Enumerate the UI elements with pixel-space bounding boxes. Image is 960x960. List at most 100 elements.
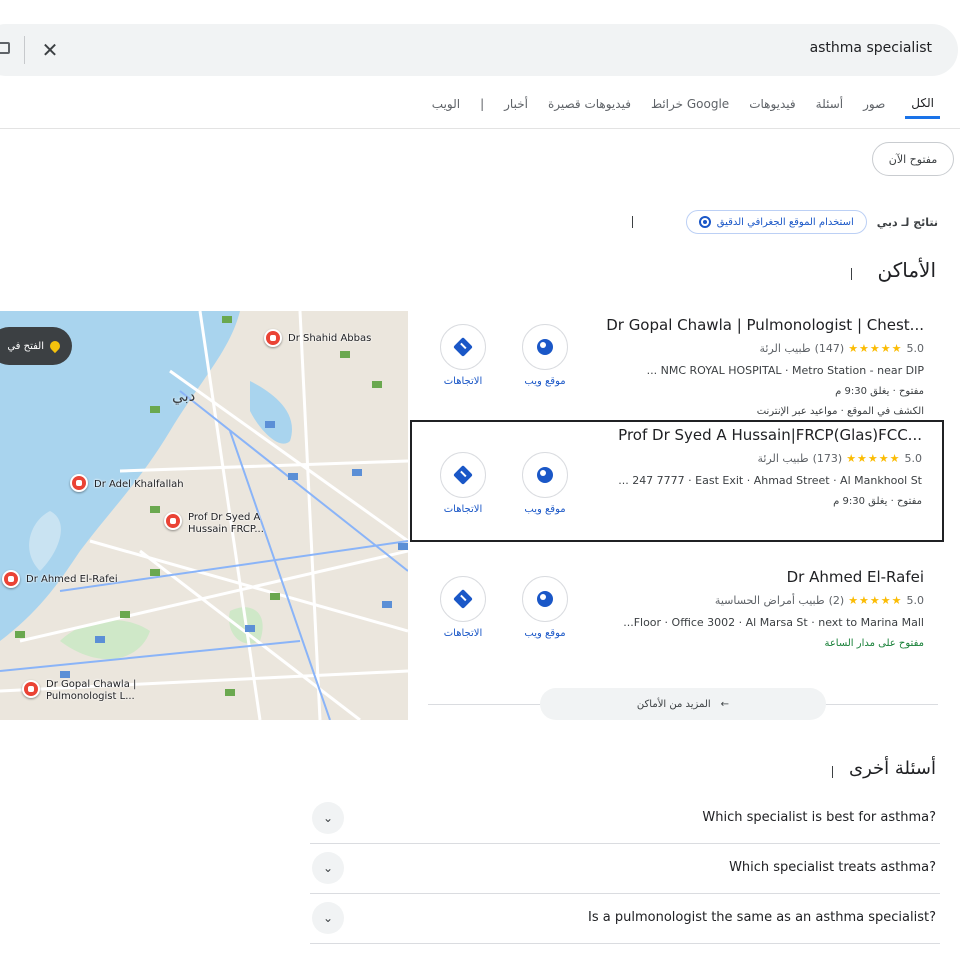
map-city-label: دبي <box>172 387 196 405</box>
place-result[interactable]: Dr Gopal Chawla | Pulmonologist | Chest.… <box>410 312 944 434</box>
map-pin-icon <box>47 338 63 354</box>
rating-value: 5.0 <box>906 342 925 355</box>
tabs-divider <box>0 128 960 129</box>
faq-item[interactable]: Is a pulmonologist the same as an asthma… <box>310 894 940 944</box>
map-marker[interactable] <box>22 680 40 698</box>
directions-label: الاتجاهات <box>443 504 483 515</box>
tab-maps[interactable]: خرائط Google <box>651 97 729 119</box>
divider <box>24 36 25 64</box>
faq-question[interactable]: Which specialist treats asthma? <box>729 860 936 875</box>
chevron-down-icon[interactable]: ⌄ <box>312 902 344 934</box>
review-count: (173) <box>812 452 843 465</box>
open-in-maps-button[interactable]: الفتح في <box>0 327 72 365</box>
places-title: الأماكن <box>877 258 936 282</box>
map-marker[interactable] <box>164 512 182 530</box>
directions-button[interactable]: الاتجاهات <box>428 576 498 639</box>
chevron-down-icon[interactable]: ⌄ <box>312 802 344 834</box>
search-tabs: الكل صور أسئلة فيديوهات خرائط Google فيد… <box>432 96 940 119</box>
faq-title: أسئلة أخرى <box>849 758 936 779</box>
rating-line: 5.0 ★★★★★ (2) طبيب أمراض الحساسية <box>715 594 924 607</box>
website-circle[interactable] <box>522 576 568 622</box>
chevron-down-icon[interactable]: ⌄ <box>312 852 344 884</box>
map-marker-label: Dr Adel Khalfallah <box>94 479 184 490</box>
directions-circle[interactable] <box>440 452 486 498</box>
website-button[interactable]: موقع ويب <box>510 452 580 515</box>
open-now-chip[interactable]: مفتوح الآن <box>872 142 954 176</box>
star-rating-icon: ★★★★★ <box>846 452 901 465</box>
globe-icon <box>537 467 553 483</box>
place-result[interactable]: Dr Ahmed El-Rafei 5.0 ★★★★★ (2) طبيب أمر… <box>410 564 944 686</box>
place-hours: مفتوح · يغلق 9:30 م <box>833 496 922 507</box>
place-result-selected[interactable]: Prof Dr Syed A Hussain|FRCP(Glas)FCC... … <box>410 420 944 542</box>
tab-videos[interactable]: فيديوهات <box>749 97 795 119</box>
directions-circle[interactable] <box>440 324 486 370</box>
faq-item[interactable]: Which specialist is best for asthma? ⌄ <box>310 794 940 844</box>
map-marker-label: Dr Shahid Abbas <box>288 333 372 344</box>
rating-line: 5.0 ★★★★★ (173) طبيب الرئة <box>757 452 922 465</box>
use-precise-location-label: استخدام الموقع الجغرافي الدقيق <box>716 216 854 228</box>
places-title-marker <box>851 268 852 280</box>
place-address: ... NMC ROYAL HOSPITAL · Metro Station -… <box>646 364 924 377</box>
map-marker-label: Prof Dr Syed A Hussain FRCP... <box>188 512 264 535</box>
arrow-left-icon: ← <box>720 698 730 710</box>
website-button[interactable]: موقع ويب <box>510 324 580 387</box>
place-hours: مفتوح · يغلق 9:30 م <box>835 386 924 397</box>
website-button[interactable]: موقع ويب <box>510 576 580 639</box>
tab-separator: | <box>480 96 485 111</box>
place-name[interactable]: Prof Dr Syed A Hussain|FRCP(Glas)FCC... <box>618 426 922 444</box>
website-label: موقع ويب <box>524 628 566 639</box>
map-marker-label: Dr Ahmed El-Rafei <box>26 574 118 585</box>
location-text: نتائج لـ دبي <box>876 215 938 229</box>
directions-icon <box>453 465 473 485</box>
map-marker[interactable] <box>70 474 88 492</box>
faq-question[interactable]: Is a pulmonologist the same as an asthma… <box>588 910 936 925</box>
map-marker[interactable] <box>2 570 20 588</box>
place-address: ... 247 7777 · East Exit · Ahmad Street … <box>618 474 922 487</box>
rating-value: 5.0 <box>904 452 923 465</box>
use-precise-location-button[interactable]: استخدام الموقع الجغرافي الدقيق <box>685 210 867 234</box>
review-count: (2) <box>828 594 845 607</box>
website-label: موقع ويب <box>524 376 566 387</box>
tab-questions[interactable]: أسئلة <box>816 97 843 119</box>
map[interactable]: الفتح في دبي Dr Shahid Abbas Dr Adel Kha… <box>0 311 408 720</box>
website-label: موقع ويب <box>524 504 566 515</box>
location-radio-icon <box>698 216 711 228</box>
tab-news[interactable]: أخبار <box>504 97 528 119</box>
star-rating-icon: ★★★★★ <box>848 594 903 607</box>
search-input[interactable]: asthma specialist <box>810 40 932 56</box>
directions-icon <box>453 589 473 609</box>
place-address: ...Floor · Office 3002 · Al Marsa St · n… <box>623 616 924 629</box>
directions-button[interactable]: الاتجاهات <box>428 452 498 515</box>
map-marker[interactable] <box>264 329 282 347</box>
rating-line: 5.0 ★★★★★ (147) طبيب الرئة <box>759 342 924 355</box>
close-icon[interactable]: ✕ <box>36 36 64 64</box>
globe-icon <box>537 591 553 607</box>
faq-item[interactable]: Which specialist treats asthma? ⌄ <box>310 844 940 894</box>
faq-question[interactable]: Which specialist is best for asthma? <box>702 810 936 825</box>
directions-circle[interactable] <box>440 576 486 622</box>
tab-short-videos[interactable]: فيديوهات قصيرة <box>548 97 631 119</box>
place-category: طبيب أمراض الحساسية <box>714 594 825 607</box>
open-in-maps-label: الفتح في <box>7 340 44 352</box>
place-name[interactable]: Dr Ahmed El-Rafei <box>787 568 924 586</box>
tab-all[interactable]: الكل <box>905 96 940 119</box>
website-circle[interactable] <box>522 452 568 498</box>
place-name[interactable]: Dr Gopal Chawla | Pulmonologist | Chest.… <box>606 316 924 334</box>
place-hours: مفتوح على مدار الساعة <box>824 638 924 649</box>
directions-label: الاتجاهات <box>443 376 483 387</box>
tab-images[interactable]: صور <box>863 97 885 119</box>
directions-label: الاتجاهات <box>443 628 483 639</box>
faq-title-marker <box>832 766 833 778</box>
more-places-button[interactable]: المزيد من الأماكن ← <box>540 688 826 720</box>
directions-button[interactable]: الاتجاهات <box>428 324 498 387</box>
more-places-label: المزيد من الأماكن <box>636 698 711 710</box>
image-search-icon[interactable] <box>0 42 10 54</box>
website-circle[interactable] <box>522 324 568 370</box>
search-bar[interactable]: ✕ asthma specialist <box>0 24 958 76</box>
review-count: (147) <box>814 342 845 355</box>
location-row: نتائج لـ دبي استخدام الموقع الجغرافي الد… <box>685 210 938 234</box>
tab-web[interactable]: الويب <box>432 97 460 119</box>
rating-value: 5.0 <box>906 594 925 607</box>
directions-icon <box>453 337 473 357</box>
star-rating-icon: ★★★★★ <box>848 342 903 355</box>
